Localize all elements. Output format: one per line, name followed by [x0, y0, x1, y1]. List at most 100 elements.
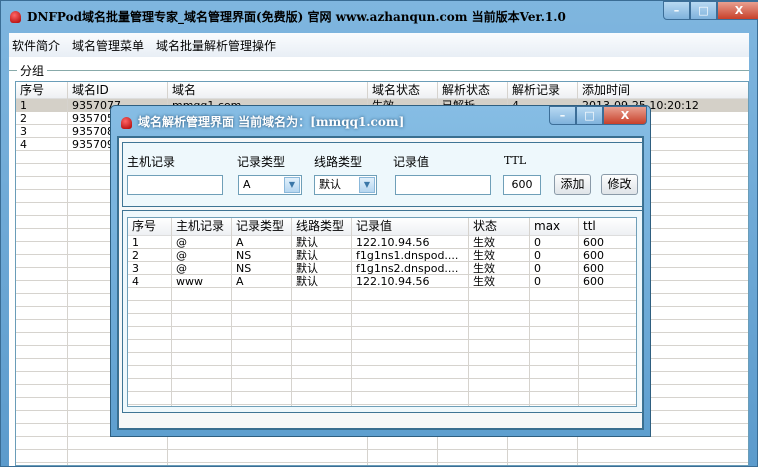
table-cell: 2 — [20, 112, 27, 125]
table-cell: 默认 — [296, 275, 318, 288]
menu-batch-resolve[interactable]: 域名批量解析管理操作 — [156, 37, 276, 54]
table-cell: 1 — [132, 236, 139, 249]
table-cell: 生效 — [473, 262, 495, 275]
dialog-close-button[interactable]: X — [603, 106, 647, 125]
table-cell: 默认 — [296, 236, 318, 249]
close-button[interactable]: X — [717, 1, 758, 20]
column-header[interactable]: 域名ID — [68, 82, 109, 99]
dialog-icon — [121, 117, 132, 129]
column-header[interactable]: 解析状态 — [438, 82, 490, 99]
menu-domain-manage[interactable]: 域名管理菜单 — [72, 37, 144, 54]
column-header[interactable]: 记录类型 — [232, 218, 284, 235]
column-header[interactable]: ttl — [579, 218, 596, 235]
table-cell: 默认 — [296, 249, 318, 262]
record-form: 主机记录 记录类型 A ▼ 线路类型 默认 ▼ 记录值 TTL 600 添加 修改 — [122, 142, 643, 207]
ttl-label: TTL — [504, 154, 527, 167]
table-row[interactable]: 3 @ NS 默认 f1g1ns2.dnspod.... 生效 0 600 — [128, 262, 636, 275]
table-cell: NS — [236, 249, 252, 262]
column-divider — [468, 218, 469, 406]
domain-list-header: 序号 域名ID 域名 域名状态 解析状态 解析记录 添加时间 — [16, 82, 748, 99]
value-input[interactable] — [395, 175, 491, 195]
column-header[interactable]: 序号 — [16, 82, 44, 99]
group-label: 分组 — [17, 62, 48, 79]
ttl-input[interactable]: 600 — [503, 175, 541, 195]
chevron-down-icon[interactable]: ▼ — [359, 177, 375, 193]
line-label: 线路类型 — [314, 155, 363, 169]
table-row[interactable]: 2 @ NS 默认 f1g1ns1.dnspod.... 生效 0 600 — [128, 249, 636, 262]
table-cell: 600 — [583, 275, 604, 288]
column-header[interactable]: max — [530, 218, 560, 235]
maximize-button[interactable]: □ — [690, 1, 717, 20]
column-header[interactable]: 状态 — [469, 218, 497, 235]
line-select[interactable]: 默认 ▼ — [314, 175, 377, 195]
table-cell: 0 — [534, 236, 541, 249]
value-label: 记录值 — [393, 155, 430, 169]
column-header[interactable]: 解析记录 — [508, 82, 560, 99]
menu-bar: 软件简介 域名管理菜单 域名批量解析管理操作 — [9, 33, 749, 57]
table-cell: 3 — [20, 125, 27, 138]
column-header[interactable]: 添加时间 — [578, 82, 630, 99]
table-row[interactable]: 4 www A 默认 122.10.94.56 生效 0 600 — [128, 275, 636, 288]
table-cell: 0 — [534, 249, 541, 262]
column-header[interactable]: 线路类型 — [292, 218, 344, 235]
table-cell: 122.10.94.56 — [356, 275, 430, 288]
table-cell: 4 — [132, 275, 139, 288]
dialog-controls: – □ X — [549, 106, 647, 125]
table-cell: A — [236, 236, 244, 249]
dialog-client: 主机记录 记录类型 A ▼ 线路类型 默认 ▼ 记录值 TTL 600 添加 修改 … — [117, 136, 644, 430]
table-cell: 0 — [534, 275, 541, 288]
table-cell: f1g1ns1.dnspod.... — [356, 249, 459, 262]
host-input[interactable] — [127, 175, 223, 195]
main-title: DNFPod域名批量管理专家_域名管理界面(免费版) 官网 www.azhanq… — [27, 10, 566, 24]
type-value: A — [243, 178, 251, 191]
main-window-controls: – □ X — [663, 1, 758, 20]
chevron-down-icon[interactable]: ▼ — [284, 177, 300, 193]
table-row[interactable]: 1 @ A 默认 122.10.94.56 生效 0 600 — [128, 236, 636, 249]
table-cell: 1 — [20, 99, 27, 112]
column-header[interactable]: 序号 — [128, 218, 156, 235]
minimize-button[interactable]: – — [663, 1, 690, 20]
edit-button[interactable]: 修改 — [601, 174, 638, 195]
table-cell: 生效 — [473, 236, 495, 249]
column-header[interactable]: 域名状态 — [368, 82, 420, 99]
dialog-maximize-button[interactable]: □ — [576, 106, 603, 125]
column-divider — [291, 218, 292, 406]
type-select[interactable]: A ▼ — [238, 175, 302, 195]
table-cell: f1g1ns2.dnspod.... — [356, 262, 459, 275]
record-list[interactable]: 序号 主机记录 记录类型 线路类型 记录值 状态 max ttl 1 @ A 默认 122.10.94… — [127, 217, 637, 407]
record-list-header: 序号 主机记录 记录类型 线路类型 记录值 状态 max ttl — [128, 218, 636, 236]
column-header[interactable]: 域名 — [168, 82, 196, 99]
add-button[interactable]: 添加 — [554, 174, 591, 195]
type-label: 记录类型 — [237, 155, 286, 169]
table-cell: 0 — [534, 262, 541, 275]
record-list-group: 序号 主机记录 记录类型 线路类型 记录值 状态 max ttl 1 @ A 默认 122.10.94… — [122, 210, 643, 413]
dialog-minimize-button[interactable]: – — [549, 106, 576, 125]
table-cell: 600 — [583, 262, 604, 275]
table-cell: 默认 — [296, 262, 318, 275]
table-cell: 生效 — [473, 275, 495, 288]
column-divider — [171, 218, 172, 406]
table-cell: 2 — [132, 249, 139, 262]
table-cell: 生效 — [473, 249, 495, 262]
record-list-body: 1 @ A 默认 122.10.94.56 生效 0 600 2 @ NS 默认 f1g1ns1.dns… — [128, 236, 636, 406]
table-cell: 122.10.94.56 — [356, 236, 430, 249]
dialog-title: 域名解析管理界面 当前域名为：[mmqq1.com] — [138, 115, 405, 129]
line-value: 默认 — [319, 178, 341, 191]
host-label: 主机记录 — [127, 155, 176, 169]
column-divider — [231, 218, 232, 406]
app-icon — [10, 11, 21, 23]
table-cell: 3 — [132, 262, 139, 275]
table-cell: @ — [176, 249, 187, 262]
column-header[interactable]: 记录值 — [352, 218, 392, 235]
column-divider — [67, 82, 68, 465]
table-cell: 600 — [583, 236, 604, 249]
table-cell: 600 — [583, 249, 604, 262]
menu-about[interactable]: 软件简介 — [12, 37, 60, 54]
column-header[interactable]: 主机记录 — [172, 218, 224, 235]
table-cell: NS — [236, 262, 252, 275]
table-cell: A — [236, 275, 244, 288]
column-divider — [351, 218, 352, 406]
main-title-bar[interactable]: DNFPod域名批量管理专家_域名管理界面(免费版) 官网 www.azhanq… — [1, 1, 757, 33]
table-cell: @ — [176, 236, 187, 249]
table-cell: 4 — [20, 138, 27, 151]
